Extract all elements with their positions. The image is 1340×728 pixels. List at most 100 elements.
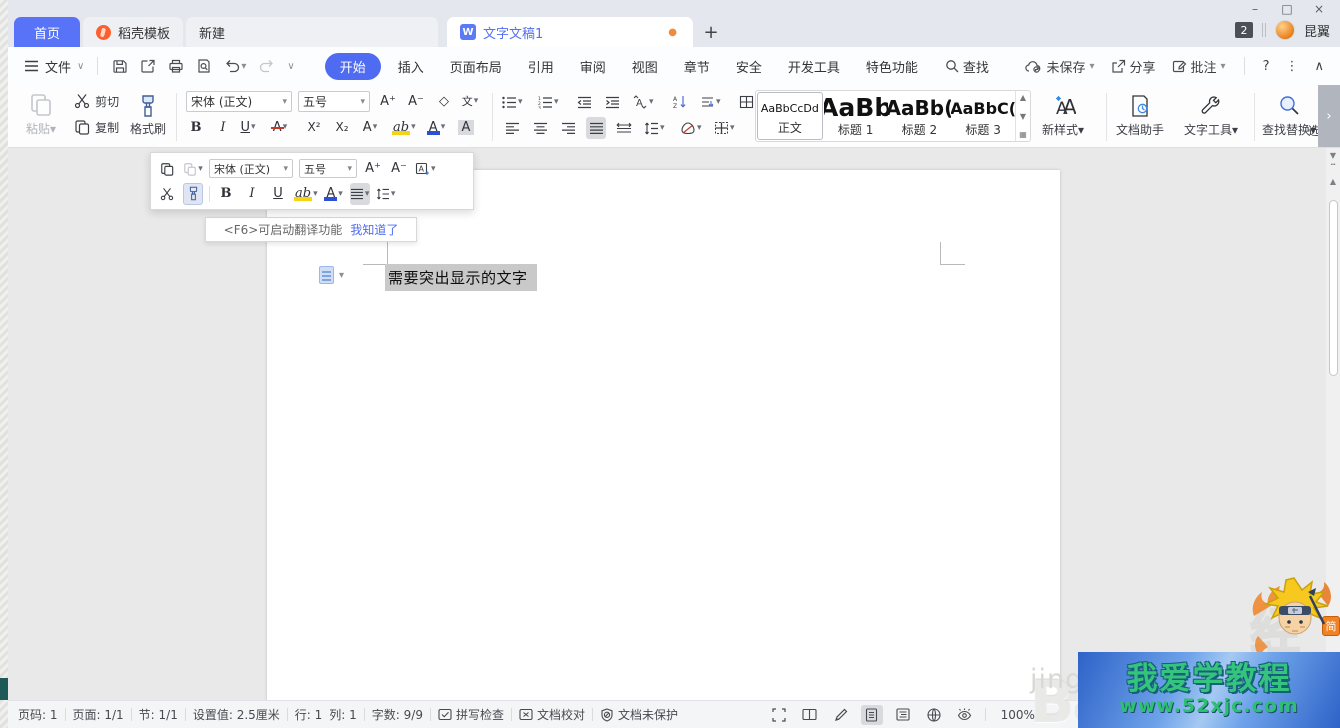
save-status[interactable]: 未保存 ▾ bbox=[1021, 57, 1098, 76]
highlight-color-button[interactable]: ab ▾ bbox=[392, 116, 416, 138]
tab-docer-templates[interactable]: 稻壳模板 bbox=[83, 17, 183, 47]
notification-badge[interactable]: 2 bbox=[1235, 22, 1253, 38]
styles-scroll-down[interactable]: ▼ bbox=[1020, 112, 1026, 121]
outline-view-button[interactable] bbox=[892, 705, 914, 725]
status-column[interactable]: 列: 1 bbox=[329, 706, 357, 723]
mini-increase-font-button[interactable]: A⁺ bbox=[363, 158, 383, 180]
format-painter-button[interactable]: 格式刷 bbox=[130, 94, 166, 137]
close-button[interactable]: × bbox=[1306, 0, 1332, 18]
increase-indent-button[interactable] bbox=[602, 91, 622, 113]
ribbon-tab-insert[interactable]: 插入 bbox=[385, 53, 437, 80]
mini-style-picker-button[interactable]: A ▾ bbox=[415, 158, 436, 180]
ribbon-tab-references[interactable]: 引用 bbox=[515, 53, 567, 80]
doc-assistant-button[interactable]: 文档助手 bbox=[1116, 94, 1164, 138]
book-view-button[interactable] bbox=[799, 705, 821, 725]
ribbon-tab-special-features[interactable]: 特色功能 bbox=[853, 53, 931, 80]
decrease-font-button[interactable]: A⁻ bbox=[406, 90, 426, 112]
status-margin-setting[interactable]: 设置值: 2.5厘米 bbox=[193, 706, 280, 723]
share-button[interactable]: 分享 bbox=[1107, 57, 1160, 76]
increase-font-button[interactable]: A⁺ bbox=[378, 90, 398, 112]
ribbon-tab-home[interactable]: 开始 bbox=[325, 53, 381, 80]
italic-button[interactable]: I bbox=[213, 116, 233, 138]
text-effects-button[interactable]: A ▾ bbox=[360, 116, 380, 138]
align-center-button[interactable] bbox=[530, 117, 550, 139]
mini-format-painter-button[interactable] bbox=[183, 183, 203, 205]
mini-copy-button[interactable] bbox=[157, 158, 177, 180]
status-page-count[interactable]: 页面: 1/1 bbox=[73, 706, 124, 723]
mini-align-justify-button[interactable]: ▾ bbox=[350, 183, 370, 205]
eye-protection-button[interactable] bbox=[954, 705, 976, 725]
strikethrough-button[interactable]: A ▾ bbox=[270, 116, 290, 138]
new-style-button[interactable]: AA 新样式▾ bbox=[1042, 94, 1084, 138]
mini-highlight-button[interactable]: ab ▾ bbox=[294, 183, 318, 205]
fullscreen-view-button[interactable] bbox=[768, 705, 790, 725]
minimize-button[interactable]: – bbox=[1242, 0, 1268, 18]
status-protection[interactable]: 文档未保护 bbox=[600, 706, 678, 723]
scrollbar-thumb[interactable] bbox=[1329, 200, 1338, 376]
mini-font-size-select[interactable]: 五号 ▾ bbox=[299, 159, 357, 178]
mini-cut-button[interactable] bbox=[157, 183, 177, 205]
ribbon-tab-security[interactable]: 安全 bbox=[723, 53, 775, 80]
subscript-button[interactable]: X₂ bbox=[332, 116, 352, 138]
mini-decrease-font-button[interactable]: A⁻ bbox=[389, 158, 409, 180]
bullets-button[interactable]: ▾ bbox=[502, 91, 523, 113]
status-section[interactable]: 节: 1/1 bbox=[139, 706, 178, 723]
insert-table-button[interactable] bbox=[736, 91, 756, 113]
save-button[interactable] bbox=[112, 58, 128, 74]
selected-text[interactable]: 需要突出显示的文字 bbox=[385, 264, 537, 291]
text-direction-button[interactable]: A ▾ bbox=[632, 91, 654, 113]
customize-qat-button[interactable]: ∨ bbox=[287, 61, 294, 72]
ribbon-tab-page-layout[interactable]: 页面布局 bbox=[437, 53, 515, 80]
more-menu-button[interactable]: ⋮ bbox=[1281, 59, 1302, 74]
comment-button[interactable]: 批注 ▾ bbox=[1168, 57, 1230, 76]
paragraph-options-handle[interactable]: ▾ bbox=[319, 266, 344, 284]
decrease-indent-button[interactable] bbox=[574, 91, 594, 113]
page-view-button[interactable] bbox=[861, 705, 883, 725]
style-normal[interactable]: AaBbCcDd 正文 bbox=[757, 92, 823, 140]
tooltip-dismiss-link[interactable]: 我知道了 bbox=[350, 221, 398, 238]
new-tab-button[interactable]: + bbox=[696, 17, 726, 47]
ruler-toggle-icon[interactable]: ▼┅ bbox=[1330, 152, 1336, 170]
document-page[interactable] bbox=[267, 170, 1060, 700]
sort-button[interactable]: AZ bbox=[670, 91, 690, 113]
tab-new[interactable]: 新建 bbox=[186, 17, 438, 47]
tab-document-1[interactable]: W 文字文稿1 ● bbox=[447, 17, 693, 47]
styles-scroll-up[interactable]: ▲ bbox=[1020, 93, 1026, 102]
distribute-button[interactable] bbox=[614, 117, 634, 139]
status-line[interactable]: 行: 1 bbox=[295, 706, 323, 723]
mini-font-name-select[interactable]: 宋体 (正文) ▾ bbox=[209, 159, 293, 178]
line-spacing-button[interactable]: ▾ bbox=[644, 117, 665, 139]
collapse-ribbon-button[interactable]: ∧ bbox=[1310, 59, 1328, 74]
paragraph-layout-button[interactable]: ▾ bbox=[700, 91, 721, 113]
print-button[interactable] bbox=[168, 58, 184, 74]
font-size-select[interactable]: 五号 ▾ bbox=[298, 91, 370, 112]
font-name-select[interactable]: 宋体 (正文) ▾ bbox=[186, 91, 292, 112]
text-tool-button[interactable]: 文字工具▾ bbox=[1184, 94, 1238, 138]
mini-underline-button[interactable]: U bbox=[268, 183, 288, 205]
mini-bold-button[interactable]: B bbox=[216, 183, 236, 205]
file-menu[interactable]: 文件 ∨ bbox=[8, 57, 91, 76]
tab-home[interactable]: 首页 bbox=[14, 17, 80, 47]
style-heading-1[interactable]: AaBb 标题 1 bbox=[824, 91, 888, 141]
search-box[interactable]: 查找 bbox=[945, 57, 989, 76]
mini-line-spacing-button[interactable]: ▾ bbox=[376, 183, 396, 205]
borders-button[interactable]: ▾ bbox=[714, 117, 735, 139]
bold-button[interactable]: B bbox=[186, 116, 206, 138]
font-color-button[interactable]: A ▾ bbox=[426, 116, 446, 138]
superscript-button[interactable]: X² bbox=[304, 116, 324, 138]
mini-font-color-button[interactable]: A ▾ bbox=[324, 183, 344, 205]
ribbon-tab-dev-tools[interactable]: 开发工具 bbox=[775, 53, 853, 80]
print-preview-button[interactable] bbox=[196, 58, 212, 74]
zoom-level[interactable]: 100% bbox=[1001, 708, 1035, 722]
ribbon-tab-review[interactable]: 审阅 bbox=[567, 53, 619, 80]
web-view-button[interactable] bbox=[923, 705, 945, 725]
ink-mode-button[interactable] bbox=[830, 705, 852, 725]
align-left-button[interactable] bbox=[502, 117, 522, 139]
maximize-button[interactable]: □ bbox=[1274, 0, 1300, 18]
char-shading-button[interactable]: A bbox=[456, 116, 476, 138]
style-heading-3[interactable]: AaBbC( 标题 3 bbox=[951, 91, 1015, 141]
status-spell-check[interactable]: 拼写检查 bbox=[438, 706, 504, 723]
status-page-number[interactable]: 页码: 1 bbox=[18, 706, 58, 723]
user-name[interactable]: 昆翼 bbox=[1304, 21, 1330, 40]
pinyin-guide-button[interactable]: 文 ▾ bbox=[460, 90, 480, 112]
